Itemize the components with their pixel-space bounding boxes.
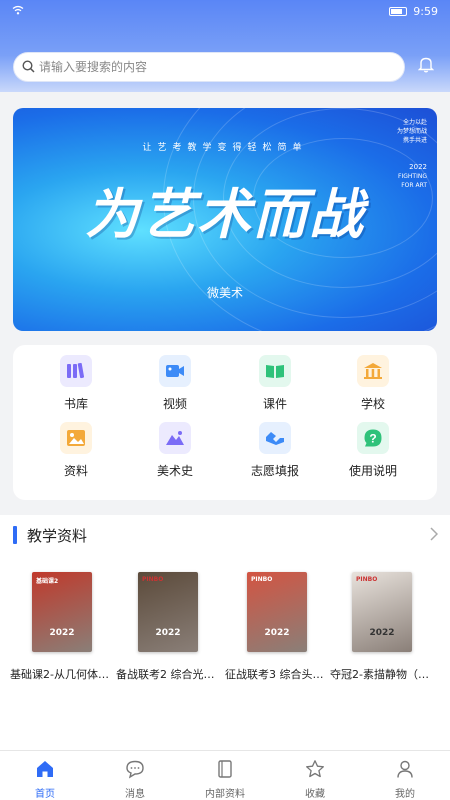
banner-tagline: 让艺考教学变得轻松简单 xyxy=(142,143,308,153)
grid-item-art-history[interactable]: 美术史 xyxy=(135,422,215,479)
grid-label: 课件 xyxy=(262,397,287,411)
tab-label: 消息 xyxy=(125,789,145,800)
tab-messages[interactable]: 消息 xyxy=(90,751,180,800)
main-content: 让艺考教学变得轻松简单 为艺术而战 微美术 全力以赴 为梦想而战 携手共进 20… xyxy=(0,92,450,800)
handshake-icon xyxy=(259,422,291,454)
bookshelf-icon xyxy=(60,355,92,387)
mountain-icon xyxy=(159,422,191,454)
svg-text:?: ? xyxy=(369,432,376,446)
book-caption: 备战联考2 综合光源... xyxy=(116,668,220,681)
tab-label: 我的 xyxy=(395,789,415,800)
grid-label: 志愿填报 xyxy=(250,464,299,478)
grid-item-materials[interactable]: 资料 xyxy=(36,422,116,479)
video-icon xyxy=(159,355,191,387)
tab-home[interactable]: 首页 xyxy=(0,751,90,800)
book-card[interactable]: PINBO 2022 备战联考2 综合光源... xyxy=(116,572,220,682)
section-accent-bar xyxy=(13,526,17,544)
book-cover: PINBO 2022 xyxy=(138,572,198,652)
bottom-tab-bar: 首页 消息 内部资料 收藏 我的 xyxy=(0,750,450,800)
banner-brand: 微美术 xyxy=(206,286,243,300)
home-icon xyxy=(35,759,55,783)
school-icon xyxy=(357,355,389,387)
grid-item-library[interactable]: 书库 xyxy=(36,355,116,412)
feature-grid: 书库 视频 课件 学校 资料 美术史 志愿填报 ? 使用说明 xyxy=(13,345,437,500)
book-caption: 夺冠2-素描静物（作... xyxy=(330,668,434,681)
book-caption: 征战联考3 综合头像... xyxy=(225,668,329,681)
tab-label: 收藏 xyxy=(305,789,325,800)
grid-item-video[interactable]: 视频 xyxy=(135,355,215,412)
book-cover: 基础课2 2022 xyxy=(32,572,92,652)
grid-item-school[interactable]: 学校 xyxy=(333,355,413,412)
search-input[interactable] xyxy=(39,60,379,74)
banner-corner-text: 全力以赴 为梦想而战 携手共进 2022 FIGHTING FOR ART xyxy=(396,119,427,189)
book-caption: 基础课2-从几何体到... xyxy=(10,668,114,681)
book-card[interactable]: PINBO 2022 夺冠2-素描静物（作... xyxy=(330,572,434,682)
status-bar: 9:59 xyxy=(0,0,450,22)
grid-label: 学校 xyxy=(360,397,385,411)
tab-label: 内部资料 xyxy=(205,789,245,800)
tab-label: 首页 xyxy=(35,789,55,800)
grid-item-courseware[interactable]: 课件 xyxy=(235,355,315,412)
grid-item-instructions[interactable]: ? 使用说明 xyxy=(333,422,413,479)
grid-label: 资料 xyxy=(63,464,88,478)
tab-favorites[interactable]: 收藏 xyxy=(270,751,360,800)
book-card[interactable]: PINBO 2022 征战联考3 综合头像... xyxy=(225,572,329,682)
tab-internal-materials[interactable]: 内部资料 xyxy=(180,751,270,800)
banner-headline: 为艺术而战 xyxy=(85,182,365,246)
user-icon xyxy=(395,759,415,783)
book-card[interactable]: 基础课2 2022 基础课2-从几何体到... xyxy=(10,572,114,682)
section-header: 教学资料 xyxy=(13,523,439,547)
book-cover: PINBO 2022 xyxy=(247,572,307,652)
image-icon xyxy=(60,422,92,454)
search-icon xyxy=(22,58,35,77)
grid-item-application[interactable]: 志愿填报 xyxy=(235,422,315,479)
book-cover: PINBO 2022 xyxy=(352,572,412,652)
grid-label: 视频 xyxy=(162,397,187,411)
promo-banner[interactable]: 让艺考教学变得轻松简单 为艺术而战 微美术 全力以赴 为梦想而战 携手共进 20… xyxy=(13,108,437,331)
document-icon xyxy=(215,759,235,783)
battery-icon xyxy=(389,6,408,16)
wifi-icon xyxy=(12,5,24,18)
teaching-materials-section: 教学资料 基础课2 2022 基础课2-从几何体到... PINBO 2022 … xyxy=(0,515,450,800)
open-book-icon xyxy=(259,355,291,387)
search-bar[interactable] xyxy=(13,52,405,82)
status-time: 9:59 xyxy=(413,4,438,18)
section-title: 教学资料 xyxy=(27,526,88,545)
chevron-right-icon[interactable] xyxy=(430,526,439,545)
bell-icon[interactable] xyxy=(417,56,435,77)
chat-icon xyxy=(125,759,145,783)
star-icon xyxy=(305,759,325,783)
grid-label: 使用说明 xyxy=(348,464,397,478)
tab-profile[interactable]: 我的 xyxy=(360,751,450,800)
grid-label: 美术史 xyxy=(156,464,193,478)
question-icon: ? xyxy=(357,422,389,454)
grid-label: 书库 xyxy=(63,397,88,411)
